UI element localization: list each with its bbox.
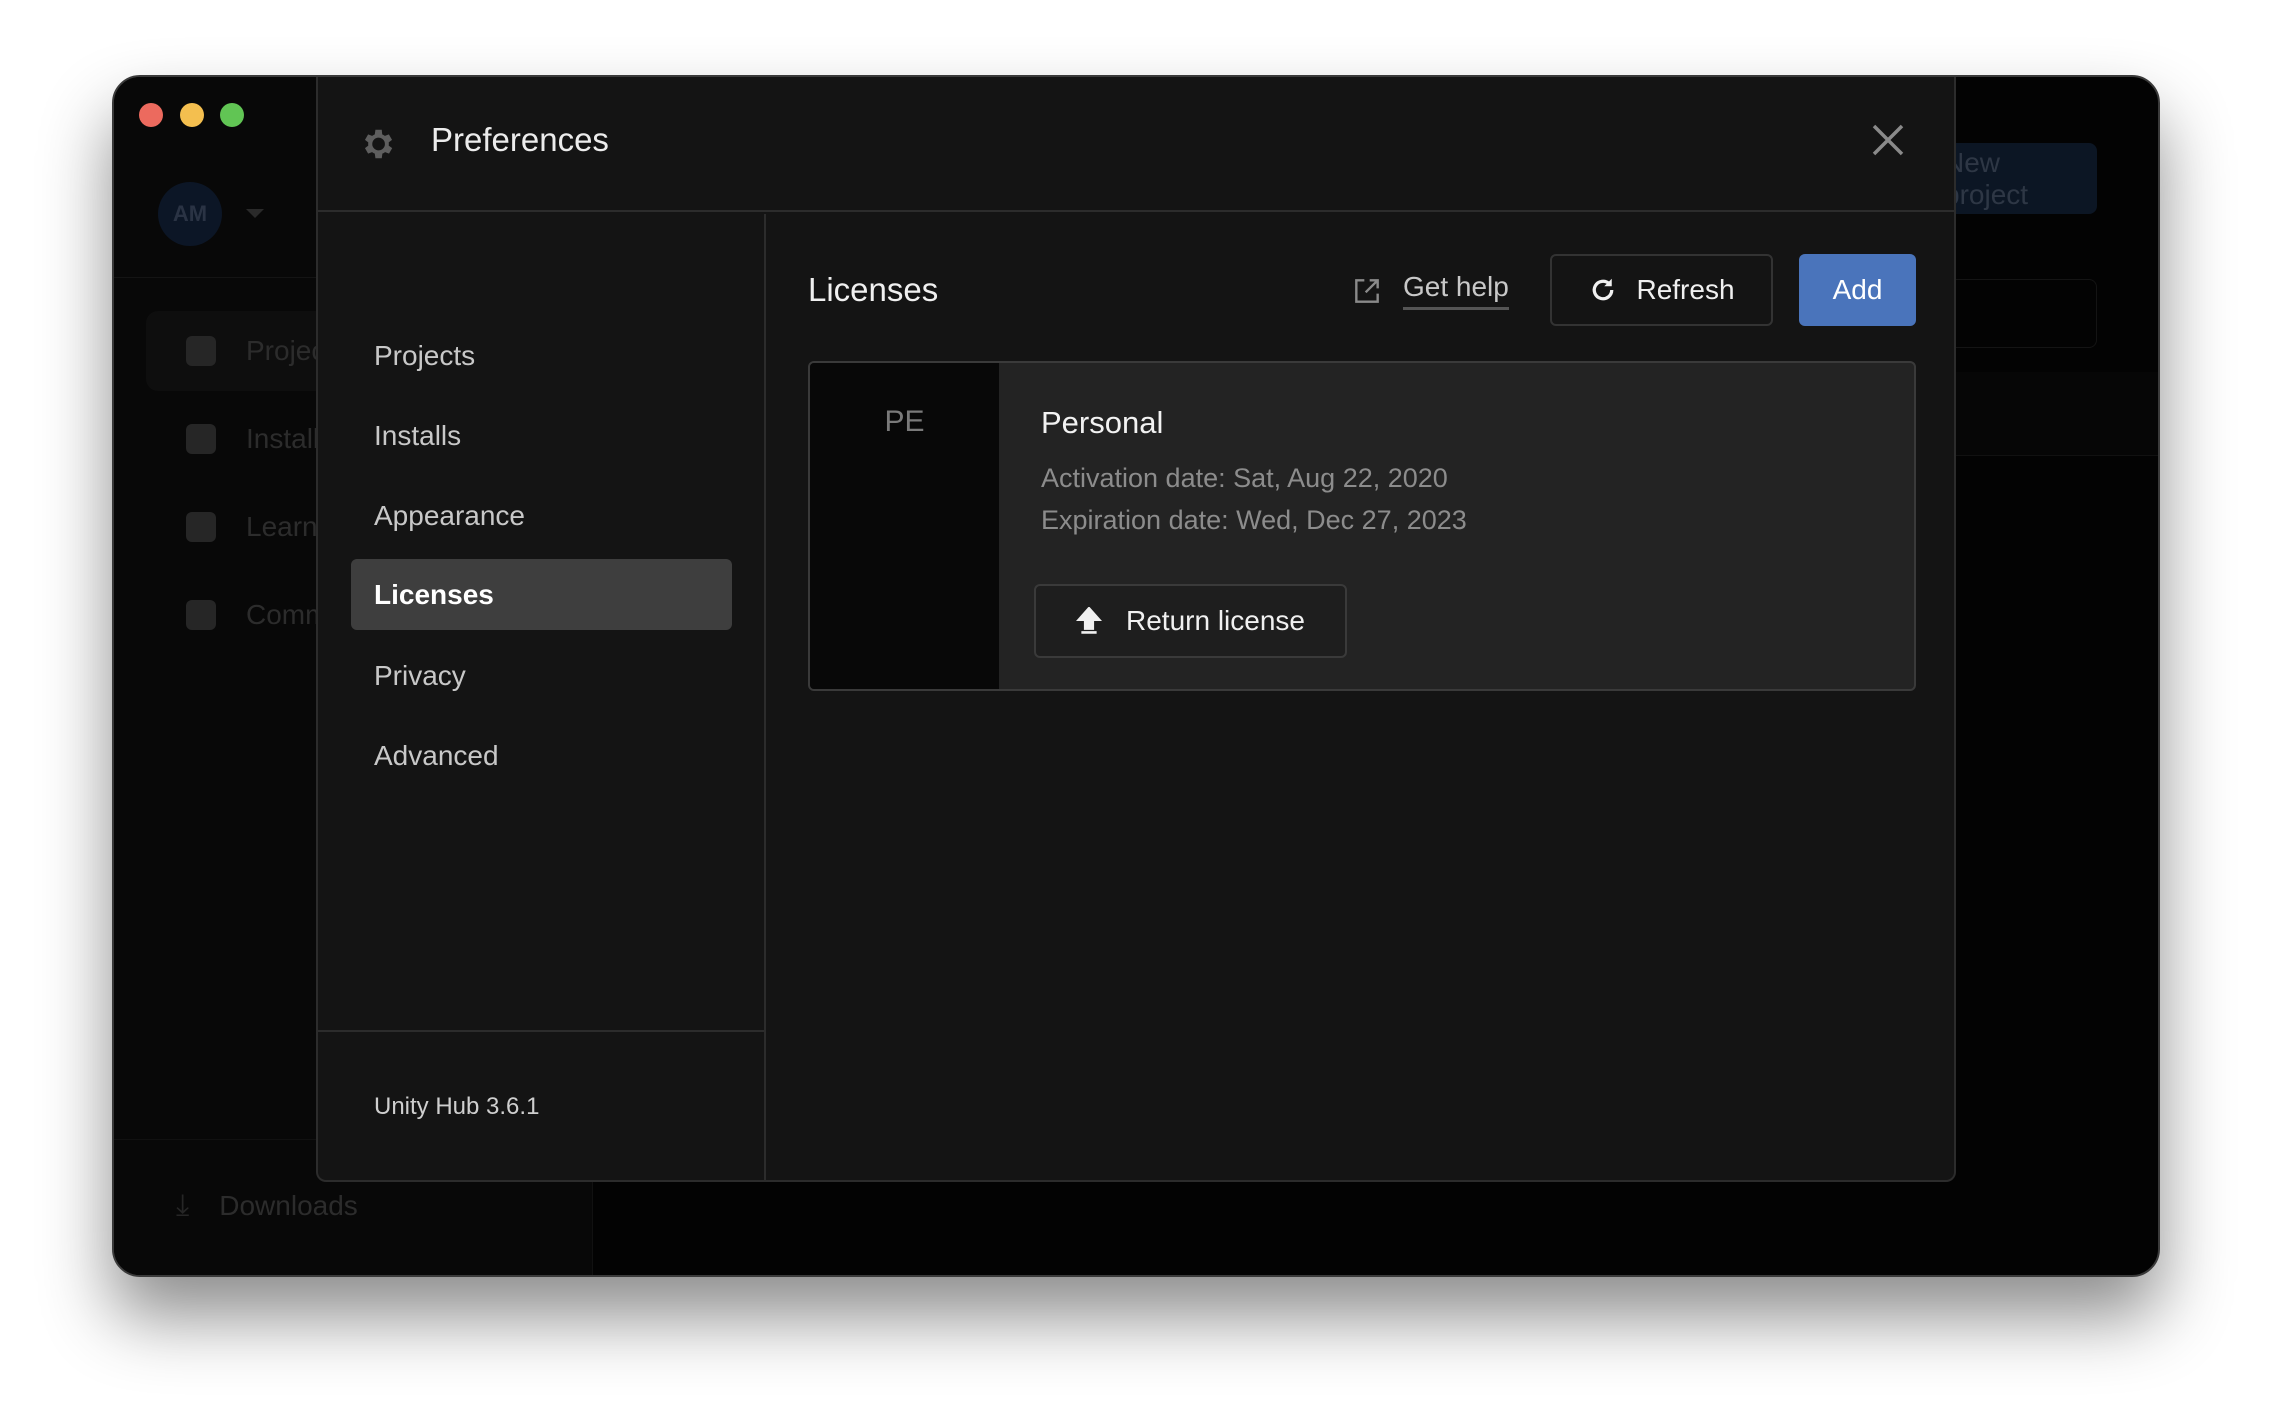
- downloads-button[interactable]: ⤓ Downloads: [152, 1176, 572, 1236]
- cube-icon: [186, 336, 216, 366]
- dialog-header: Preferences: [318, 77, 1956, 212]
- nav-item-licenses[interactable]: Licenses: [351, 559, 732, 630]
- avatar[interactable]: AM: [158, 182, 222, 246]
- add-license-button[interactable]: Add: [1799, 254, 1916, 326]
- gear-icon: [364, 129, 393, 159]
- license-name: Personal: [1041, 405, 1164, 440]
- download-icon: ⤓: [176, 1189, 190, 1222]
- window-close-button[interactable]: [139, 103, 163, 127]
- search-input[interactable]: [1944, 279, 2097, 348]
- nav-item-appearance[interactable]: Appearance: [351, 480, 732, 551]
- page-title: Licenses: [808, 271, 939, 308]
- refresh-label: Refresh: [1636, 274, 1735, 305]
- refresh-icon: [1593, 278, 1614, 301]
- nav-item-privacy[interactable]: Privacy: [351, 640, 732, 711]
- activation-date: Activation date: Sat, Aug 22, 2020: [1041, 463, 1448, 493]
- preferences-nav: Projects Installs Appearance Licenses Pr…: [318, 214, 766, 1180]
- get-help-link[interactable]: Get help: [1351, 271, 1509, 310]
- license-card: PE Personal Activation date: Sat, Aug 22…: [808, 361, 1916, 691]
- new-project-label: New project: [1944, 146, 2029, 210]
- drive-icon: [186, 424, 216, 454]
- chevron-down-icon[interactable]: [246, 209, 264, 218]
- nav-item-projects[interactable]: Projects: [351, 320, 732, 391]
- nav-item-advanced[interactable]: Advanced: [351, 720, 732, 791]
- get-help-label: Get help: [1403, 271, 1509, 310]
- window-minimize-button[interactable]: [180, 103, 204, 127]
- expiration-date: Expiration date: Wed, Dec 27, 2023: [1041, 505, 1467, 535]
- upload-arrow-icon: [1076, 607, 1102, 634]
- app-window: AM Projects Installs Learn Community ⤓Do…: [112, 75, 2160, 1277]
- downloads-label: Downloads: [219, 1190, 358, 1221]
- return-license-button[interactable]: Return license: [1034, 584, 1347, 658]
- close-icon[interactable]: [1871, 123, 1905, 157]
- new-project-button[interactable]: New project: [1944, 143, 2097, 214]
- sidebar-item-label: Learn: [246, 511, 318, 542]
- return-license-label: Return license: [1126, 605, 1305, 636]
- graduation-cap-icon: [186, 512, 216, 542]
- license-badge: PE: [810, 363, 999, 689]
- version-label: Unity Hub 3.6.1: [374, 1093, 540, 1120]
- external-link-icon: [1355, 278, 1379, 303]
- dialog-title: Preferences: [431, 121, 609, 158]
- people-icon: [186, 600, 216, 630]
- preferences-dialog: Preferences Projects Installs Appearance…: [316, 77, 1956, 1182]
- divider: [318, 1030, 764, 1032]
- window-maximize-button[interactable]: [220, 103, 244, 127]
- nav-item-installs[interactable]: Installs: [351, 400, 732, 471]
- refresh-button[interactable]: Refresh: [1550, 254, 1773, 326]
